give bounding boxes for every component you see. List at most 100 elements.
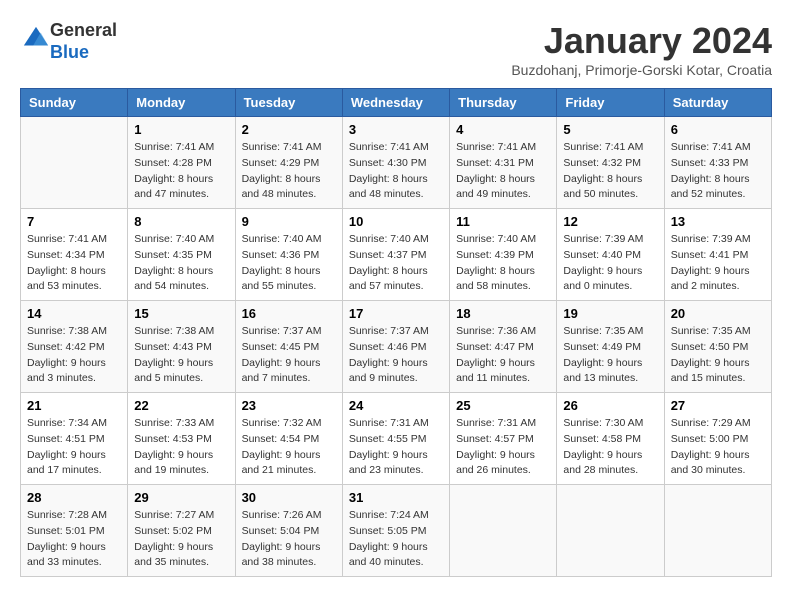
weekday-header-sunday: Sunday (21, 89, 128, 117)
calendar-cell: 10 Sunrise: 7:40 AMSunset: 4:37 PMDayligh… (342, 209, 449, 301)
calendar-cell: 23 Sunrise: 7:32 AMSunset: 4:54 PMDayligh… (235, 393, 342, 485)
day-info: Sunrise: 7:29 AMSunset: 5:00 PMDaylight:… (671, 416, 765, 479)
calendar-week-3: 14 Sunrise: 7:38 AMSunset: 4:42 PMDayligh… (21, 301, 772, 393)
day-number: 16 (242, 306, 336, 321)
weekday-header-saturday: Saturday (664, 89, 771, 117)
calendar-cell (450, 485, 557, 577)
calendar-cell: 17 Sunrise: 7:37 AMSunset: 4:46 PMDayligh… (342, 301, 449, 393)
day-number: 9 (242, 214, 336, 229)
calendar-cell: 29 Sunrise: 7:27 AMSunset: 5:02 PMDayligh… (128, 485, 235, 577)
day-number: 14 (27, 306, 121, 321)
calendar-week-4: 21 Sunrise: 7:34 AMSunset: 4:51 PMDayligh… (21, 393, 772, 485)
weekday-header-thursday: Thursday (450, 89, 557, 117)
calendar-cell: 11 Sunrise: 7:40 AMSunset: 4:39 PMDayligh… (450, 209, 557, 301)
day-number: 4 (456, 122, 550, 137)
day-number: 1 (134, 122, 228, 137)
calendar-cell: 28Sunrise: 7:28 AMSunset: 5:01 PMDayligh… (21, 485, 128, 577)
day-info: Sunrise: 7:39 AMSunset: 4:41 PMDaylight:… (671, 232, 765, 295)
day-number: 20 (671, 306, 765, 321)
day-info: Sunrise: 7:36 AMSunset: 4:47 PMDaylight:… (456, 324, 550, 387)
day-info: Sunrise: 7:40 AMSunset: 4:37 PMDaylight:… (349, 232, 443, 295)
day-number: 13 (671, 214, 765, 229)
day-number: 24 (349, 398, 443, 413)
day-number: 10 (349, 214, 443, 229)
day-info: Sunrise: 7:31 AMSunset: 4:55 PMDaylight:… (349, 416, 443, 479)
day-info: Sunrise: 7:41 AMSunset: 4:33 PMDaylight:… (671, 140, 765, 203)
day-info: Sunrise: 7:40 AMSunset: 4:39 PMDaylight:… (456, 232, 550, 295)
calendar-cell: 18 Sunrise: 7:36 AMSunset: 4:47 PMDayligh… (450, 301, 557, 393)
calendar-cell: 15 Sunrise: 7:38 AMSunset: 4:43 PMDayligh… (128, 301, 235, 393)
calendar-cell: 25Sunrise: 7:31 AMSunset: 4:57 PMDayligh… (450, 393, 557, 485)
calendar-cell: 30Sunrise: 7:26 AMSunset: 5:04 PMDayligh… (235, 485, 342, 577)
day-number: 23 (242, 398, 336, 413)
day-info: Sunrise: 7:39 AMSunset: 4:40 PMDaylight:… (563, 232, 657, 295)
day-number: 11 (456, 214, 550, 229)
day-number: 26 (563, 398, 657, 413)
day-info: Sunrise: 7:41 AMSunset: 4:34 PMDaylight:… (27, 232, 121, 295)
day-info: Sunrise: 7:41 AMSunset: 4:32 PMDaylight:… (563, 140, 657, 203)
day-info: Sunrise: 7:38 AMSunset: 4:42 PMDaylight:… (27, 324, 121, 387)
calendar-cell: 3 Sunrise: 7:41 AMSunset: 4:30 PMDaylight… (342, 117, 449, 209)
weekday-header-wednesday: Wednesday (342, 89, 449, 117)
day-number: 31 (349, 490, 443, 505)
day-info: Sunrise: 7:35 AMSunset: 4:49 PMDaylight:… (563, 324, 657, 387)
calendar-cell: 13 Sunrise: 7:39 AMSunset: 4:41 PMDayligh… (664, 209, 771, 301)
day-number: 2 (242, 122, 336, 137)
logo-text: General Blue (50, 20, 117, 63)
calendar-cell: 6 Sunrise: 7:41 AMSunset: 4:33 PMDaylight… (664, 117, 771, 209)
logo-general: General (50, 20, 117, 40)
day-info: Sunrise: 7:30 AMSunset: 4:58 PMDaylight:… (563, 416, 657, 479)
calendar-cell: 22Sunrise: 7:33 AMSunset: 4:53 PMDayligh… (128, 393, 235, 485)
calendar-week-1: 1Sunrise: 7:41 AMSunset: 4:28 PMDaylight… (21, 117, 772, 209)
day-number: 12 (563, 214, 657, 229)
calendar-cell (21, 117, 128, 209)
month-title: January 2024 (511, 20, 772, 62)
day-number: 7 (27, 214, 121, 229)
day-number: 19 (563, 306, 657, 321)
calendar-body: 1Sunrise: 7:41 AMSunset: 4:28 PMDaylight… (21, 117, 772, 577)
day-info: Sunrise: 7:37 AMSunset: 4:46 PMDaylight:… (349, 324, 443, 387)
calendar-cell: 31 Sunrise: 7:24 AMSunset: 5:05 PMDayligh… (342, 485, 449, 577)
day-info: Sunrise: 7:33 AMSunset: 4:53 PMDaylight:… (134, 416, 228, 479)
day-number: 6 (671, 122, 765, 137)
calendar-cell: 14 Sunrise: 7:38 AMSunset: 4:42 PMDayligh… (21, 301, 128, 393)
day-number: 17 (349, 306, 443, 321)
day-number: 8 (134, 214, 228, 229)
calendar-cell: 5Sunrise: 7:41 AMSunset: 4:32 PMDaylight… (557, 117, 664, 209)
day-number: 15 (134, 306, 228, 321)
calendar-cell: 1Sunrise: 7:41 AMSunset: 4:28 PMDaylight… (128, 117, 235, 209)
day-number: 27 (671, 398, 765, 413)
day-number: 3 (349, 122, 443, 137)
day-info: Sunrise: 7:24 AMSunset: 5:05 PMDaylight:… (349, 508, 443, 571)
calendar-cell: 20Sunrise: 7:35 AMSunset: 4:50 PMDayligh… (664, 301, 771, 393)
calendar-cell: 12 Sunrise: 7:39 AMSunset: 4:40 PMDayligh… (557, 209, 664, 301)
day-number: 29 (134, 490, 228, 505)
calendar-cell (557, 485, 664, 577)
day-number: 18 (456, 306, 550, 321)
calendar-week-2: 7 Sunrise: 7:41 AMSunset: 4:34 PMDaylight… (21, 209, 772, 301)
day-info: Sunrise: 7:41 AMSunset: 4:30 PMDaylight:… (349, 140, 443, 203)
calendar-cell: 9Sunrise: 7:40 AMSunset: 4:36 PMDaylight… (235, 209, 342, 301)
day-info: Sunrise: 7:41 AMSunset: 4:31 PMDaylight:… (456, 140, 550, 203)
calendar-cell (664, 485, 771, 577)
calendar-cell: 8 Sunrise: 7:40 AMSunset: 4:35 PMDaylight… (128, 209, 235, 301)
location-subtitle: Buzdohanj, Primorje-Gorski Kotar, Croati… (511, 62, 772, 78)
day-info: Sunrise: 7:28 AMSunset: 5:01 PMDaylight:… (27, 508, 121, 571)
day-info: Sunrise: 7:32 AMSunset: 4:54 PMDaylight:… (242, 416, 336, 479)
calendar-header: SundayMondayTuesdayWednesdayThursdayFrid… (21, 89, 772, 117)
page-header: General Blue January 2024 Buzdohanj, Pri… (20, 20, 772, 78)
day-number: 25 (456, 398, 550, 413)
calendar-cell: 4 Sunrise: 7:41 AMSunset: 4:31 PMDaylight… (450, 117, 557, 209)
day-number: 30 (242, 490, 336, 505)
day-info: Sunrise: 7:40 AMSunset: 4:35 PMDaylight:… (134, 232, 228, 295)
day-info: Sunrise: 7:27 AMSunset: 5:02 PMDaylight:… (134, 508, 228, 571)
day-number: 21 (27, 398, 121, 413)
day-info: Sunrise: 7:34 AMSunset: 4:51 PMDaylight:… (27, 416, 121, 479)
day-info: Sunrise: 7:41 AMSunset: 4:29 PMDaylight:… (242, 140, 336, 203)
weekday-header-friday: Friday (557, 89, 664, 117)
day-info: Sunrise: 7:38 AMSunset: 4:43 PMDaylight:… (134, 324, 228, 387)
weekday-header-monday: Monday (128, 89, 235, 117)
logo: General Blue (20, 20, 117, 63)
calendar-cell: 24 Sunrise: 7:31 AMSunset: 4:55 PMDayligh… (342, 393, 449, 485)
calendar-table: SundayMondayTuesdayWednesdayThursdayFrid… (20, 88, 772, 577)
